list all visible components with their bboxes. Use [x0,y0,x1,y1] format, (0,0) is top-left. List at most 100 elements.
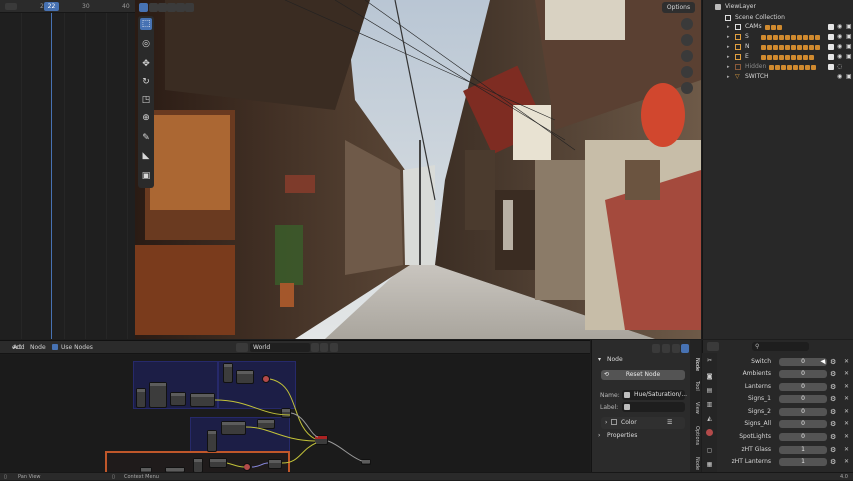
expand-arrow-icon[interactable]: › [598,432,600,439]
shader-node-editor[interactable]: ect Add Node Use Nodes World [0,340,590,472]
gear-icon[interactable]: ⚙ [830,383,836,391]
add-cube-tool-icon[interactable]: ▣ [140,170,152,182]
select-tool-icon[interactable]: ⬚ [140,18,152,30]
node-menu[interactable]: Node [30,344,46,351]
property-value-field[interactable]: 0 [779,395,827,403]
scene-icon[interactable]: ◭ [706,415,713,422]
view-layer-icon[interactable]: ▥ [706,401,713,408]
overlay-icon[interactable] [652,344,660,353]
close-icon[interactable]: ✕ [844,420,849,428]
close-icon[interactable]: ✕ [844,433,849,441]
expand-arrow-icon[interactable]: › [605,419,607,426]
select-mode-icon[interactable] [149,3,158,12]
outliner-item-cams[interactable]: ▸ CAMs ◉ ▣ [703,22,853,32]
outliner-view-layer-row[interactable]: ViewLayer [703,2,853,12]
eye-closed-icon[interactable]: ◌ [837,64,843,70]
axis-gizmo-icon[interactable] [681,18,693,30]
measure-tool-icon[interactable]: ◣ [140,150,152,162]
collection-icon[interactable]: ▢ [706,447,713,454]
node-canvas[interactable] [0,355,590,472]
add-menu[interactable]: Add [13,344,25,351]
current-frame-indicator[interactable]: 22 [44,2,59,11]
eye-icon[interactable]: ◉ [837,44,843,50]
property-value-field[interactable]: 0 [779,370,827,378]
close-icon[interactable]: ✕ [844,395,849,403]
reset-node-button[interactable]: ⟲ Reset Node [601,370,685,380]
outliner-item-n[interactable]: ▸ N ◉ ▣ [703,42,853,52]
tab-node-wrangler[interactable]: Node [691,457,700,470]
close-icon[interactable]: ✕ [844,408,849,416]
expand-arrow-icon[interactable]: ▸ [727,72,730,82]
include-checkbox[interactable] [828,34,834,40]
tab-options[interactable]: Options [691,426,700,445]
gear-icon[interactable]: ⚙ [830,446,836,454]
gear-icon[interactable]: ⚙ [830,408,836,416]
close-icon[interactable] [330,343,338,352]
camera-view-icon[interactable] [681,66,693,78]
fake-user-icon[interactable] [311,343,319,352]
camera-icon[interactable]: ▣ [846,34,852,40]
annotate-tool-icon[interactable]: ✎ [140,132,152,144]
grid-view-icon[interactable] [681,82,693,94]
gear-icon[interactable]: ⚙ [830,370,836,378]
use-nodes-checkbox[interactable] [52,344,58,350]
output-icon[interactable]: ▤ [706,387,713,394]
snap-icon[interactable] [662,344,670,353]
property-value-field[interactable]: 0 [779,358,827,366]
property-value-field[interactable]: 0 [779,420,827,428]
include-checkbox[interactable] [828,64,834,70]
select-mode-icon[interactable] [167,3,176,12]
property-value-field[interactable]: 0 [779,408,827,416]
tool-icon[interactable]: ✂ [706,357,713,364]
node-label-field[interactable] [622,402,685,412]
gear-icon[interactable]: ⚙ [830,358,836,366]
expand-arrow-icon[interactable]: ▸ [727,32,730,42]
expand-arrow-icon[interactable]: ▸ [727,42,730,52]
cursor-tool-icon[interactable]: ◎ [140,38,152,50]
outliner-item-switch[interactable]: ▸ ▽ SWITCH ◉ ▣ [703,72,853,82]
include-checkbox[interactable] [828,54,834,60]
expand-arrow-icon[interactable]: ▸ [727,62,730,72]
camera-icon[interactable]: ▣ [846,74,852,80]
gear-icon[interactable]: ⚙ [830,458,836,466]
eye-icon[interactable]: ◉ [837,74,843,80]
editor-type-button[interactable] [5,3,17,10]
eye-icon[interactable]: ◉ [837,24,843,30]
tab-node[interactable]: Node [691,358,700,371]
property-value-field[interactable]: 1 [779,446,827,454]
camera-icon[interactable]: ▣ [846,44,852,50]
select-box-icon[interactable] [139,3,148,12]
eye-icon[interactable]: ◉ [837,54,843,60]
collapse-arrow-icon[interactable]: ▾ [598,356,601,363]
include-checkbox[interactable] [828,24,834,30]
property-value-field[interactable]: 1 [779,458,827,466]
close-icon[interactable]: ✕ [844,458,849,466]
list-icon[interactable]: ☰ [667,419,672,426]
rotate-tool-icon[interactable]: ↻ [140,76,152,88]
node-name-field[interactable]: Hue/Saturation/... [622,390,687,400]
pin-icon[interactable] [343,343,351,352]
select-mode-icon[interactable] [176,3,185,12]
expand-arrow-icon[interactable]: ▸ [727,22,730,32]
3d-viewport[interactable]: Options ⬚ ◎ ✥ ↻ ◳ ⊕ ✎ ◣ ▣ [135,0,701,339]
close-icon[interactable]: ✕ [844,446,849,454]
world-icon[interactable] [706,429,713,436]
select-mode-icon[interactable] [158,3,167,12]
close-icon[interactable]: ✕ [844,383,849,391]
world-type-icon[interactable] [236,343,248,352]
color-checkbox[interactable] [611,419,617,425]
editor-type-button[interactable] [707,342,719,351]
navigation-gizmo[interactable] [677,18,697,98]
gear-icon[interactable]: ⚙ [830,395,836,403]
include-checkbox[interactable] [828,44,834,50]
transform-tool-icon[interactable]: ⊕ [140,112,152,124]
zoom-icon[interactable] [681,34,693,46]
node-properties-sidebar[interactable]: ▾ Node ⟲ Reset Node Name: Hue/Saturation… [591,340,690,472]
duplicate-icon[interactable] [320,343,328,352]
outliner-item-s[interactable]: ▸ S ◉ ▣ [703,32,853,42]
timeline-ruler[interactable]: 20 30 40 [0,0,135,13]
tab-view[interactable]: View [691,402,700,414]
object-icon[interactable]: ▦ [706,461,713,468]
sidebar-toggle-icon[interactable] [681,344,689,353]
property-search-field[interactable]: ⚲ [752,342,809,351]
